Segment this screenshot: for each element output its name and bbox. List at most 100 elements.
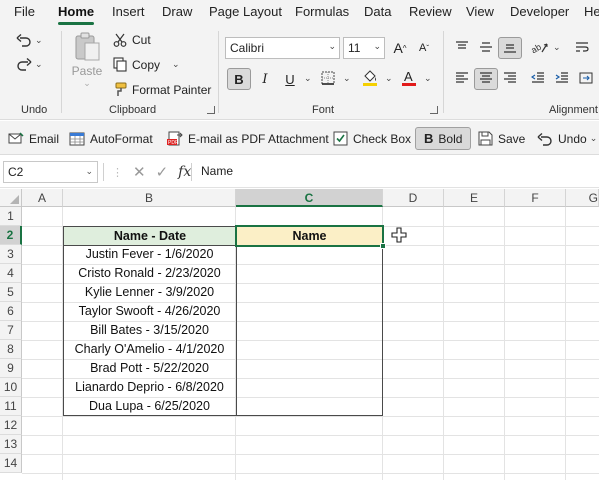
- insert-function-icon[interactable]: fx: [178, 164, 191, 180]
- font-size-select[interactable]: 11 ⌄: [343, 37, 385, 59]
- chevron-down-icon[interactable]: ⌄: [424, 73, 432, 84]
- undo-quick-button[interactable]: Undo ⌄: [537, 127, 597, 150]
- underline-button[interactable]: U: [278, 68, 302, 90]
- email-pdf-label: E-mail as PDF Attachment: [188, 131, 329, 146]
- column-header-g[interactable]: G: [566, 189, 599, 207]
- table-cell[interactable]: Cristo Ronald - 2/23/2020: [63, 264, 236, 283]
- row-header-3[interactable]: 3: [0, 245, 22, 264]
- table-header-name-date[interactable]: Name - Date: [63, 226, 237, 246]
- align-top-button[interactable]: [450, 37, 474, 59]
- align-right-button[interactable]: [498, 68, 522, 90]
- italic-button[interactable]: I: [253, 68, 277, 90]
- increase-indent-icon: [555, 71, 569, 87]
- autoformat-icon: [69, 132, 85, 146]
- tab-home[interactable]: Home: [58, 4, 94, 19]
- cut-button[interactable]: Cut: [113, 33, 151, 47]
- merge-center-button[interactable]: [574, 68, 598, 90]
- fill-handle[interactable]: [380, 243, 386, 249]
- check-box-button[interactable]: Check Box: [333, 127, 411, 150]
- row-header-8[interactable]: 8: [0, 340, 22, 359]
- row-header-12[interactable]: 12: [0, 416, 22, 435]
- table-cell[interactable]: Lianardo Deprio - 6/8/2020: [63, 378, 236, 397]
- fill-color-button[interactable]: [358, 68, 382, 90]
- bold-button[interactable]: B: [227, 68, 251, 90]
- select-all-button[interactable]: [0, 189, 22, 207]
- spreadsheet-grid[interactable]: A B C D E F G 1 2 3 4 5 6 7 8 9 10 11 12…: [0, 189, 599, 480]
- row-header-7[interactable]: 7: [0, 321, 22, 340]
- format-painter-button[interactable]: Format Painter: [113, 82, 211, 97]
- chevron-down-icon[interactable]: ⌄: [304, 73, 312, 84]
- row-header-1[interactable]: 1: [0, 207, 22, 226]
- enter-check-icon[interactable]: ✓: [156, 163, 169, 181]
- font-color-button[interactable]: A: [397, 68, 421, 90]
- row-header-2[interactable]: 2: [0, 226, 22, 245]
- row-header-5[interactable]: 5: [0, 283, 22, 302]
- row-header-10[interactable]: 10: [0, 378, 22, 397]
- tab-insert[interactable]: Insert: [112, 4, 145, 19]
- orientation-button[interactable]: ab: [528, 37, 552, 59]
- align-bottom-button[interactable]: [498, 37, 522, 59]
- font-family-select[interactable]: Calibri ⌄: [225, 37, 340, 59]
- column-header-b[interactable]: B: [63, 189, 236, 207]
- redo-button[interactable]: ⌄: [16, 57, 43, 71]
- table-cell[interactable]: Brad Pott - 5/22/2020: [63, 359, 236, 378]
- tab-help[interactable]: He: [584, 4, 599, 19]
- decrease-font-size-button[interactable]: Aˇ: [412, 37, 436, 59]
- name-box[interactable]: C2 ⌄: [3, 161, 98, 183]
- column-header-e[interactable]: E: [444, 189, 505, 207]
- table-cell[interactable]: Charly O'Amelio - 4/1/2020: [63, 340, 236, 359]
- table-cell[interactable]: Bill Bates - 3/15/2020: [63, 321, 236, 340]
- column-header-f[interactable]: F: [505, 189, 566, 207]
- borders-button[interactable]: [316, 68, 340, 90]
- formula-input[interactable]: Name: [201, 164, 233, 178]
- tab-page-layout[interactable]: Page Layout: [209, 4, 282, 19]
- align-middle-button[interactable]: [474, 37, 498, 59]
- clipboard-launcher-icon[interactable]: [207, 106, 215, 114]
- table-cell[interactable]: Dua Lupa - 6/25/2020: [63, 397, 236, 416]
- cancel-icon[interactable]: ✕: [133, 163, 146, 181]
- wrap-text-button[interactable]: [570, 37, 594, 59]
- row-header-14[interactable]: 14: [0, 454, 22, 473]
- tab-review[interactable]: Review: [409, 4, 452, 19]
- copy-button[interactable]: Copy ⌄: [113, 57, 180, 72]
- increase-font-size-button[interactable]: A ^: [388, 37, 412, 59]
- gridline: [565, 207, 566, 480]
- chevron-down-icon[interactable]: ⌄: [385, 73, 393, 84]
- table-header-name[interactable]: Name: [236, 226, 383, 246]
- row-header-11[interactable]: 11: [0, 397, 22, 416]
- row-header-9[interactable]: 9: [0, 359, 22, 378]
- row-header-13[interactable]: 13: [0, 435, 22, 454]
- tab-view[interactable]: View: [466, 4, 494, 19]
- row-header-6[interactable]: 6: [0, 302, 22, 321]
- autoformat-button[interactable]: AutoFormat: [69, 127, 153, 150]
- gridline: [22, 435, 599, 436]
- email-button[interactable]: Email: [8, 127, 59, 150]
- paste-button[interactable]: Paste ⌄: [71, 32, 103, 89]
- column-header-d[interactable]: D: [383, 189, 444, 207]
- save-button[interactable]: Save: [478, 127, 525, 150]
- tab-data[interactable]: Data: [364, 4, 391, 19]
- tab-developer[interactable]: Developer: [510, 4, 569, 19]
- row-header-4[interactable]: 4: [0, 264, 22, 283]
- bold-toggle-button[interactable]: B Bold: [415, 127, 472, 150]
- gridline: [443, 207, 444, 480]
- table-cell[interactable]: Taylor Swooft - 4/26/2020: [63, 302, 236, 321]
- column-header-a[interactable]: A: [22, 189, 63, 207]
- email-pdf-button[interactable]: PDF E-mail as PDF Attachment: [167, 127, 329, 150]
- font-launcher-icon[interactable]: [430, 106, 438, 114]
- tab-formulas[interactable]: Formulas: [295, 4, 349, 19]
- undo-icon: [16, 33, 32, 47]
- align-left-button[interactable]: [450, 68, 474, 90]
- tab-draw[interactable]: Draw: [162, 4, 192, 19]
- table-cell[interactable]: Justin Fever - 1/6/2020: [63, 245, 236, 264]
- chevron-down-icon[interactable]: ⌄: [553, 42, 561, 53]
- tab-file[interactable]: File: [14, 4, 35, 19]
- chevron-down-icon[interactable]: ⌄: [343, 73, 351, 84]
- chevron-down-icon: ⌄: [373, 41, 381, 51]
- increase-indent-button[interactable]: [550, 68, 574, 90]
- decrease-indent-button[interactable]: [526, 68, 550, 90]
- table-cell[interactable]: Kylie Lenner - 3/9/2020: [63, 283, 236, 302]
- undo-button[interactable]: ⌄: [16, 33, 43, 47]
- align-center-button[interactable]: [474, 68, 498, 90]
- column-header-c[interactable]: C: [236, 189, 383, 207]
